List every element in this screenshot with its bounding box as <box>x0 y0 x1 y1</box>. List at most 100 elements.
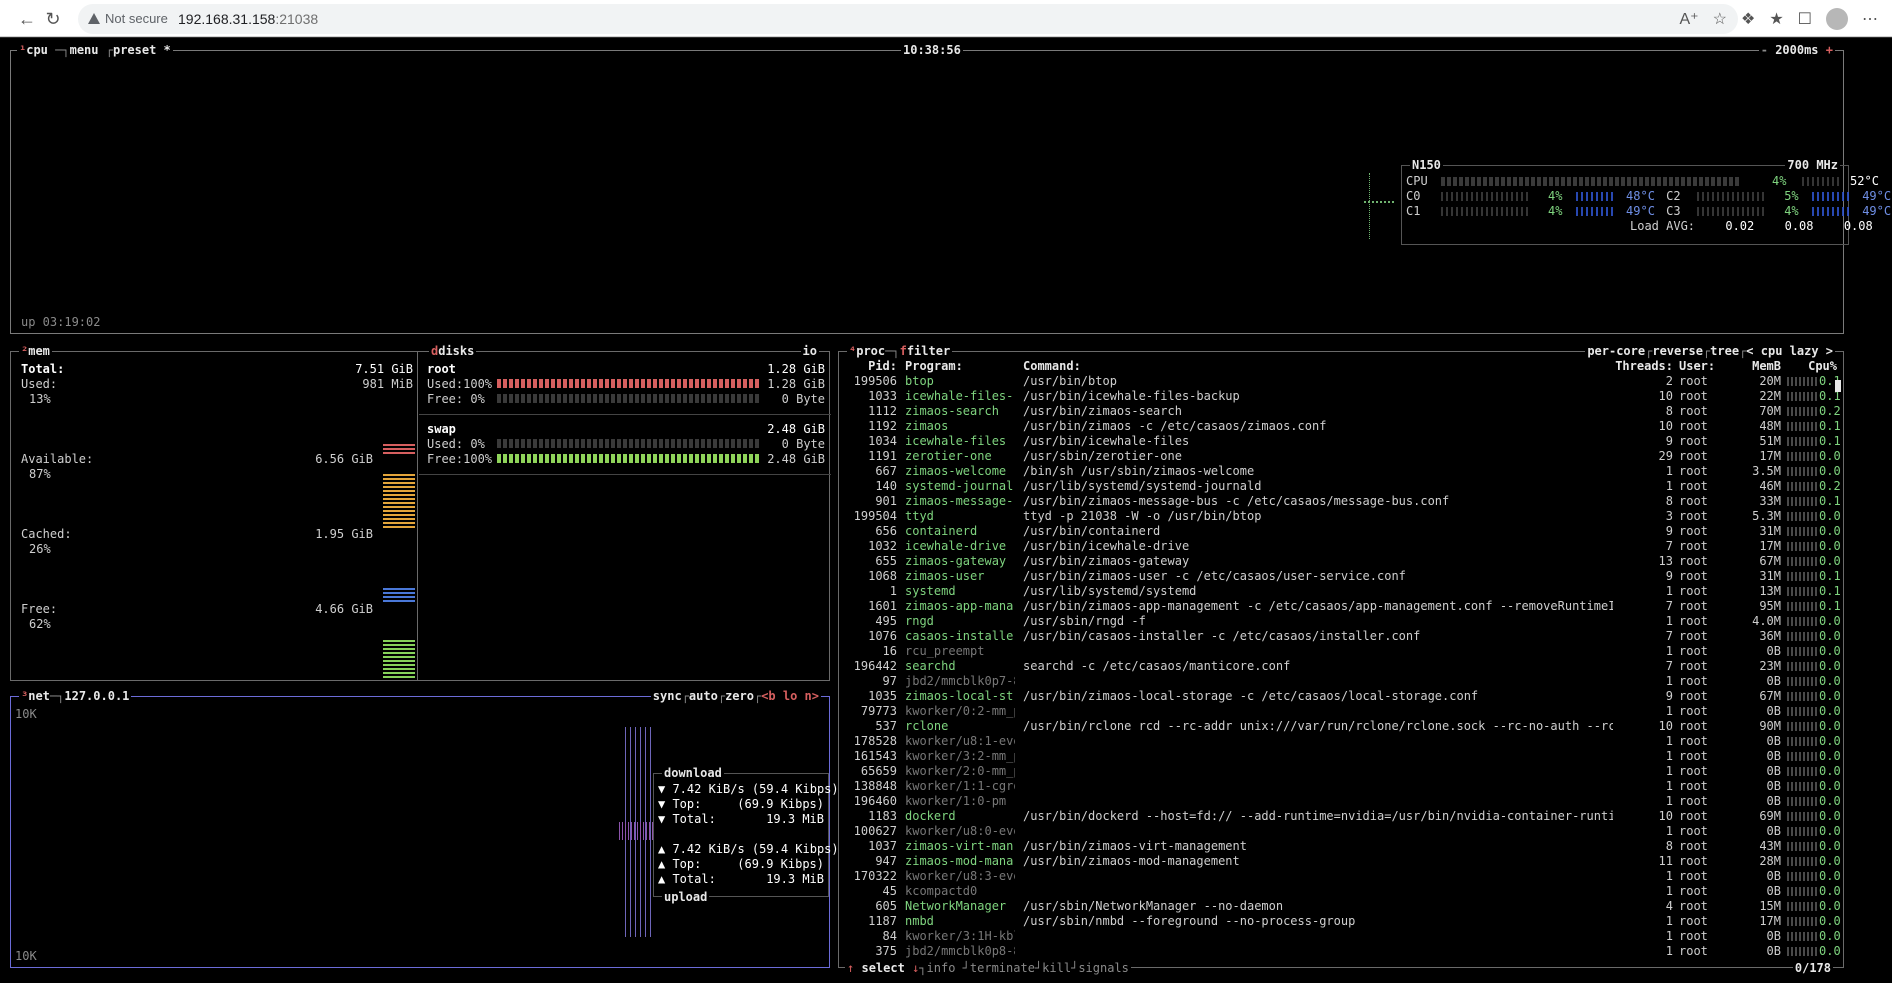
col-cpu[interactable]: Cpu% <box>1791 359 1837 374</box>
opt-tree[interactable]: tree <box>1710 344 1739 358</box>
proc-user: root <box>1679 779 1708 793</box>
footer-signals[interactable]: signals <box>1078 961 1129 975</box>
tab-menu[interactable]: menu <box>70 43 99 57</box>
proc-user: root <box>1679 509 1708 523</box>
proc-row[interactable]: 1037 zimaos-virt-man/usr/bin/zimaos-virt-… <box>839 839 1843 854</box>
tab-filter[interactable]: filter <box>907 344 950 358</box>
btop-terminal[interactable]: ¹cpu ─┐menu ┌preset * 10:38:56 - 2000ms … <box>0 38 1892 983</box>
proc-row[interactable]: 1191 zerotier-one/usr/sbin/zerotier-one 29… <box>839 449 1843 464</box>
proc-program: zimaos-app-mana <box>905 599 1014 613</box>
proc-row[interactable]: 199504 ttyd ttyd -p 21038 -W -o /usr/bin/b… <box>839 509 1843 524</box>
not-secure-indicator[interactable]: Not secure <box>88 11 168 26</box>
opt-reverse[interactable]: reverse <box>1652 344 1703 358</box>
proc-mem: 20M <box>1759 374 1781 388</box>
proc-row[interactable]: 16 rcu_preempt 1 root 0B 0.0 <box>839 644 1843 659</box>
proc-row[interactable]: 495 rngd/usr/sbin/rngd -f 1 root 4.0M 0.0 <box>839 614 1843 629</box>
col-pid[interactable]: Pid: <box>839 359 897 374</box>
proc-row[interactable]: 1112 zimaos-search/usr/bin/zimaos-search 8… <box>839 404 1843 419</box>
proc-cpu: 0.0 <box>1819 554 1841 568</box>
net-sync[interactable]: sync <box>653 689 682 703</box>
proc-row[interactable]: 178528 kworker/u8:1-eve 1 root 0B 0.0 <box>839 734 1843 749</box>
proc-row[interactable]: 45 kcompactd0 1 root 0B 0.0 <box>839 884 1843 899</box>
cpu-total-row: CPU 4% 52°C <box>1406 174 1879 188</box>
proc-row[interactable]: 1033 icewhale-files- /usr/bin/icewhale-fil… <box>839 389 1843 404</box>
net-title[interactable]: ³net─┐127.0.0.1 <box>19 689 132 703</box>
proc-scrollbar[interactable] <box>1835 380 1841 392</box>
col-threads[interactable]: Threads: <box>1611 359 1673 374</box>
net-interface[interactable]: 127.0.0.1 <box>64 689 129 703</box>
proc-row[interactable]: 199506 btop/usr/bin/btop 2 root 20M 0.1 <box>839 374 1843 389</box>
io-toggle[interactable]: io <box>800 344 819 358</box>
col-command[interactable]: Command: <box>1023 359 1613 374</box>
cpu-total-spark <box>1801 177 1842 186</box>
proc-row[interactable]: 196460 kworker/1:0-pm 1 root 0B 0.0 <box>839 794 1843 809</box>
proc-cpu-graph <box>1787 947 1819 956</box>
proc-row[interactable]: 901 zimaos-message- /usr/bin/zimaos-messag… <box>839 494 1843 509</box>
proc-row[interactable]: 1183 dockerd/usr/bin/dockerd --host=fd://… <box>839 809 1843 824</box>
proc-row[interactable]: 375 jbd2/mmcblk0p8-8 1 root 0B 0.0 <box>839 944 1843 959</box>
back-icon[interactable]: ← <box>14 6 40 32</box>
opt-sort[interactable]: < cpu lazy > <box>1746 344 1833 358</box>
col-user[interactable]: User: <box>1679 359 1729 374</box>
tab-preset[interactable]: preset * <box>113 43 171 57</box>
tab-cpu[interactable]: cpu <box>26 43 48 57</box>
proc-cpu-graph <box>1787 542 1819 551</box>
proc-pid: 667 <box>875 464 897 478</box>
net-options: sync┌auto┌zero┌<b lo n> <box>650 689 821 703</box>
proc-row[interactable]: 79773 kworker/0:2-mm_p 1 root 0B 0.0 <box>839 704 1843 719</box>
proc-row[interactable]: 1601 zimaos-app-mana/usr/bin/zimaos-app-m… <box>839 599 1843 614</box>
footer-select[interactable]: select <box>861 961 904 975</box>
proc-row[interactable]: 537 rclone/usr/bin/rclone rcd --rc-addr u… <box>839 719 1843 734</box>
col-mem[interactable]: MemB <box>1731 359 1781 374</box>
proc-row[interactable]: 65659 kworker/2:0-mm_p 1 root 0B 0.0 <box>839 764 1843 779</box>
proc-row[interactable]: 947 zimaos-mod-mana/usr/bin/zimaos-mod-ma… <box>839 854 1843 869</box>
proc-row[interactable]: 138848 kworker/1:1-cgro 1 root 0B 0.0 <box>839 779 1843 794</box>
proc-pid: 196460 <box>853 794 897 808</box>
update-interval[interactable]: - 2000ms + <box>1758 43 1835 57</box>
tab-proc[interactable]: proc <box>856 344 885 358</box>
proc-mem: 90M <box>1759 719 1781 733</box>
mem-title[interactable]: ²mem <box>19 344 52 358</box>
proc-row[interactable]: 1 systemd/usr/lib/systemd/systemd 1 root 13M… <box>839 584 1843 599</box>
proc-row[interactable]: 140 systemd-journal/usr/lib/systemd/syste… <box>839 479 1843 494</box>
proc-row[interactable]: 1035 zimaos-local-st/usr/bin/zimaos-local… <box>839 689 1843 704</box>
favorite-star-icon[interactable]: ☆ <box>1713 9 1727 29</box>
proc-row[interactable]: 655 zimaos-gateway/usr/bin/zimaos-gateway… <box>839 554 1843 569</box>
favorites-list-icon[interactable]: ★ <box>1769 9 1783 29</box>
proc-row[interactable]: 161543 kworker/3:2-mm_p 1 root 0B 0.0 <box>839 749 1843 764</box>
proc-row[interactable]: 1192 zimaos/usr/bin/zimaos -c /etc/casaos… <box>839 419 1843 434</box>
proc-row[interactable]: 196442 searchd searchd -c /etc/casaos/mant… <box>839 659 1843 674</box>
net-auto[interactable]: auto <box>689 689 718 703</box>
proc-row[interactable]: 605 NetworkManager/usr/sbin/NetworkManage… <box>839 899 1843 914</box>
proc-row[interactable]: 667 zimaos-welcome/bin/sh /usr/sbin/zimao… <box>839 464 1843 479</box>
net-zero[interactable]: zero <box>725 689 754 703</box>
net-iface-switch[interactable]: <b lo n> <box>761 689 819 703</box>
col-program[interactable]: Program: <box>905 359 1015 374</box>
footer-info[interactable]: info <box>927 961 956 975</box>
read-aloud-icon[interactable]: A⁺ <box>1680 9 1699 29</box>
proc-row[interactable]: 170322 kworker/u8:3-eve 1 root 0B 0.0 <box>839 869 1843 884</box>
proc-row[interactable]: 100627 kworker/u8:0-eve 1 root 0B 0.0 <box>839 824 1843 839</box>
proc-row[interactable]: 1076 casaos-installe/usr/bin/casaos-insta… <box>839 629 1843 644</box>
disks-title[interactable]: ddisks <box>429 344 477 358</box>
proc-row[interactable]: 97 jbd2/mmcblk0p7-8 1 root 0B 0.0 <box>839 674 1843 689</box>
proc-row[interactable]: 1187 nmbd/usr/sbin/nmbd --foreground --no… <box>839 914 1843 929</box>
collections-icon[interactable]: ☐ <box>1798 9 1812 29</box>
proc-row[interactable]: 84 kworker/3:1H-kbl 1 root 0B 0.0 <box>839 929 1843 944</box>
proc-user: root <box>1679 764 1708 778</box>
footer-terminate[interactable]: terminate <box>970 961 1035 975</box>
proc-pid: 199506 <box>853 374 897 388</box>
opt-per-core[interactable]: per-core <box>1587 344 1645 358</box>
more-menu-icon[interactable]: ⋯ <box>1862 9 1878 29</box>
proc-row[interactable]: 1068 zimaos-user/usr/bin/zimaos-user -c /… <box>839 569 1843 584</box>
footer-kill[interactable]: kill <box>1042 961 1071 975</box>
proc-row[interactable]: 1034 icewhale-files/usr/bin/icewhale-file… <box>839 434 1843 449</box>
proc-row[interactable]: 1032 icewhale-drive/usr/bin/icewhale-driv… <box>839 539 1843 554</box>
reload-icon[interactable]: ↻ <box>40 6 66 32</box>
address-bar[interactable]: Not secure 192.168.31.158:21038 <box>78 4 1738 34</box>
profile-avatar[interactable] <box>1826 8 1848 30</box>
net-stats-box: download ▼ 7.42 KiB/s (59.4 Kibps) ▼ Top… <box>653 766 839 904</box>
extensions-icon[interactable]: ❖ <box>1741 9 1755 29</box>
proc-row[interactable]: 656 containerd/usr/bin/containerd 9 root 31M… <box>839 524 1843 539</box>
proc-cpu: 0.0 <box>1819 899 1841 913</box>
